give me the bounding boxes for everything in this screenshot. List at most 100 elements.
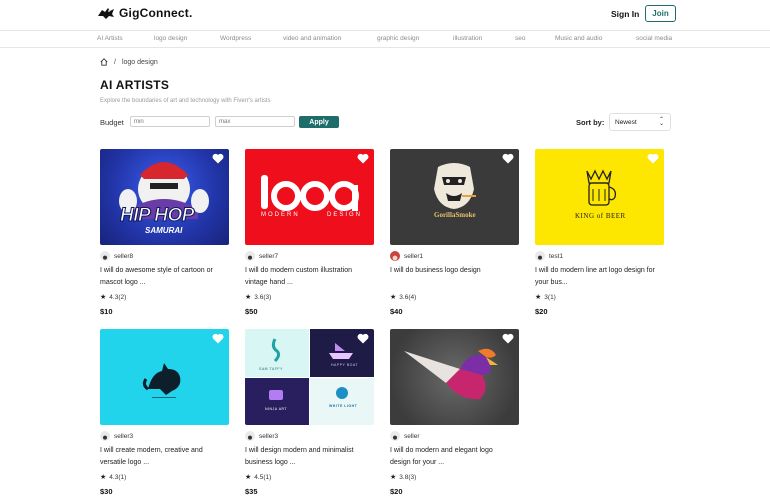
seller-name[interactable]: seller1 [404, 253, 423, 260]
art-text: KING of BEER [575, 212, 626, 220]
art-subtitle: SAMURAI [145, 226, 183, 235]
rating-value: 4.3 [109, 473, 119, 481]
gig-thumbnail[interactable]: MODERN DESIGN [245, 149, 374, 245]
gig-card[interactable]: KING of BEER test1 I will do modern line… [535, 149, 664, 316]
gig-rating: ★ 3.6 (4) [390, 293, 519, 302]
gig-card[interactable]: SAM TAFFY HAPPY BOAT NINJA ART WHITE LIG… [245, 329, 374, 496]
rating-value: 3.6 [399, 293, 409, 301]
brand-logo[interactable]: GigConnect. [97, 6, 193, 20]
star-icon: ★ [390, 294, 397, 301]
seller-info: seller7 [245, 250, 374, 262]
seller-name[interactable]: seller3 [259, 433, 278, 440]
join-button[interactable]: Join [645, 5, 676, 22]
gig-rating: ★ 3.8 (3) [390, 473, 519, 482]
budget-max-input[interactable] [215, 116, 295, 127]
gig-card[interactable]: HIP HOP SAMURAI seller8 I will do awesom… [100, 149, 229, 316]
signin-link[interactable]: Sign In [611, 9, 639, 19]
animal-silhouette-art-icon [142, 363, 181, 398]
art-text-tr: HAPPY BOAT [331, 363, 359, 367]
seller-name[interactable]: seller3 [114, 433, 133, 440]
seller-name[interactable]: seller [404, 433, 420, 440]
budget-min-input[interactable] [130, 116, 210, 127]
review-count: (3) [263, 293, 272, 301]
category-social-media[interactable]: social media [636, 35, 672, 42]
category-music-audio[interactable]: Music and audio [555, 35, 602, 42]
favorite-heart-icon[interactable] [212, 333, 224, 344]
seller-avatar[interactable] [245, 431, 255, 441]
favorite-heart-icon[interactable] [502, 153, 514, 164]
gig-thumbnail[interactable]: GorillaSmoke [390, 149, 519, 245]
review-count: (1) [263, 473, 272, 481]
favorite-heart-icon[interactable] [647, 153, 659, 164]
category-video-animation[interactable]: video and animation [283, 35, 341, 42]
breadcrumb-current[interactable]: logo design [122, 59, 158, 66]
favorite-heart-icon[interactable] [502, 333, 514, 344]
gig-thumbnail[interactable] [100, 329, 229, 425]
seller-avatar[interactable] [100, 251, 110, 261]
art-text-left: MODERN [261, 212, 300, 218]
favorite-heart-icon[interactable] [357, 153, 369, 164]
gig-card[interactable]: GorillaSmoke seller1 I will do business … [390, 149, 519, 316]
category-logo-design[interactable]: logo design [154, 35, 187, 42]
category-seo[interactable]: seo [515, 35, 525, 42]
review-count: (3) [408, 473, 417, 481]
star-icon: ★ [245, 474, 252, 481]
gig-card[interactable]: seller I will do modern and elegant logo… [390, 329, 519, 496]
star-icon: ★ [535, 294, 542, 301]
gig-title[interactable]: I will do modern line art logo design fo… [535, 265, 657, 289]
sort-value: Newest [615, 118, 637, 126]
seller-name[interactable]: test1 [549, 253, 563, 260]
rating-value: 3.6 [254, 293, 264, 301]
gig-thumbnail[interactable] [390, 329, 519, 425]
seller-info: seller1 [390, 250, 519, 262]
art-title: HIP HOP [120, 205, 195, 227]
seller-avatar[interactable] [535, 251, 545, 261]
category-ai-artists[interactable]: AI Artists [97, 35, 123, 42]
art-text-bl: NINJA ART [265, 407, 288, 411]
star-icon: ★ [100, 294, 107, 301]
favorite-heart-icon[interactable] [212, 153, 224, 164]
category-illustration[interactable]: illustration [453, 35, 482, 42]
gig-rating: ★ 3.6 (3) [245, 293, 374, 302]
seller-avatar[interactable] [100, 431, 110, 441]
breadcrumb-separator: / [114, 58, 116, 66]
art-text-tl: SAM TAFFY [259, 367, 283, 371]
category-graphic-design[interactable]: graphic design [377, 35, 419, 42]
gig-title[interactable]: I will create modern, creative and versa… [100, 445, 222, 469]
seller-name[interactable]: seller7 [259, 253, 278, 260]
gig-card[interactable]: seller3 I will create modern, creative a… [100, 329, 229, 496]
review-count: (1) [547, 293, 556, 301]
gig-price: $40 [390, 307, 403, 316]
category-wordpress[interactable]: Wordpress [220, 35, 251, 42]
gig-card[interactable]: MODERN DESIGN seller7 I will do modern c… [245, 149, 374, 316]
sort-select[interactable]: Newest ⌃ ⌄ [609, 113, 671, 131]
home-icon[interactable] [100, 58, 108, 66]
seller-info: seller [390, 430, 519, 442]
apply-button[interactable]: Apply [299, 116, 339, 128]
budget-label: Budget [100, 118, 124, 127]
gig-thumbnail[interactable]: HIP HOP SAMURAI [100, 149, 229, 245]
gig-rating: ★ 4.3 (2) [100, 293, 229, 302]
gig-thumbnail[interactable]: KING of BEER [535, 149, 664, 245]
gig-price: $20 [390, 487, 403, 496]
gig-title[interactable]: I will do modern and elegant logo design… [390, 445, 512, 469]
gig-rating: ★ 4.3 (1) [100, 473, 229, 482]
seller-name[interactable]: seller8 [114, 253, 133, 260]
bird-art-icon [404, 348, 498, 400]
seller-avatar[interactable] [390, 431, 400, 441]
gig-title[interactable]: I will do awesome style of cartoon or ma… [100, 265, 222, 289]
page-title: AI ARTISTS [100, 78, 170, 92]
star-icon: ★ [245, 294, 252, 301]
gig-title[interactable]: I will do modern custom illustration vin… [245, 265, 367, 289]
art-text: GorillaSmoke [434, 211, 476, 219]
breadcrumb: / logo design [100, 58, 158, 66]
gig-title[interactable]: I will do business logo design [390, 265, 512, 289]
seller-avatar[interactable] [390, 251, 400, 261]
favorite-heart-icon[interactable] [357, 333, 369, 344]
logo-art-icon [261, 175, 359, 211]
gig-title[interactable]: I will design modern and minimalist busi… [245, 445, 367, 469]
gig-price: $50 [245, 307, 258, 316]
gig-thumbnail[interactable]: SAM TAFFY HAPPY BOAT NINJA ART WHITE LIG… [245, 329, 374, 425]
seller-avatar[interactable] [245, 251, 255, 261]
art-text-br: WHITE LIGHT [329, 404, 358, 408]
